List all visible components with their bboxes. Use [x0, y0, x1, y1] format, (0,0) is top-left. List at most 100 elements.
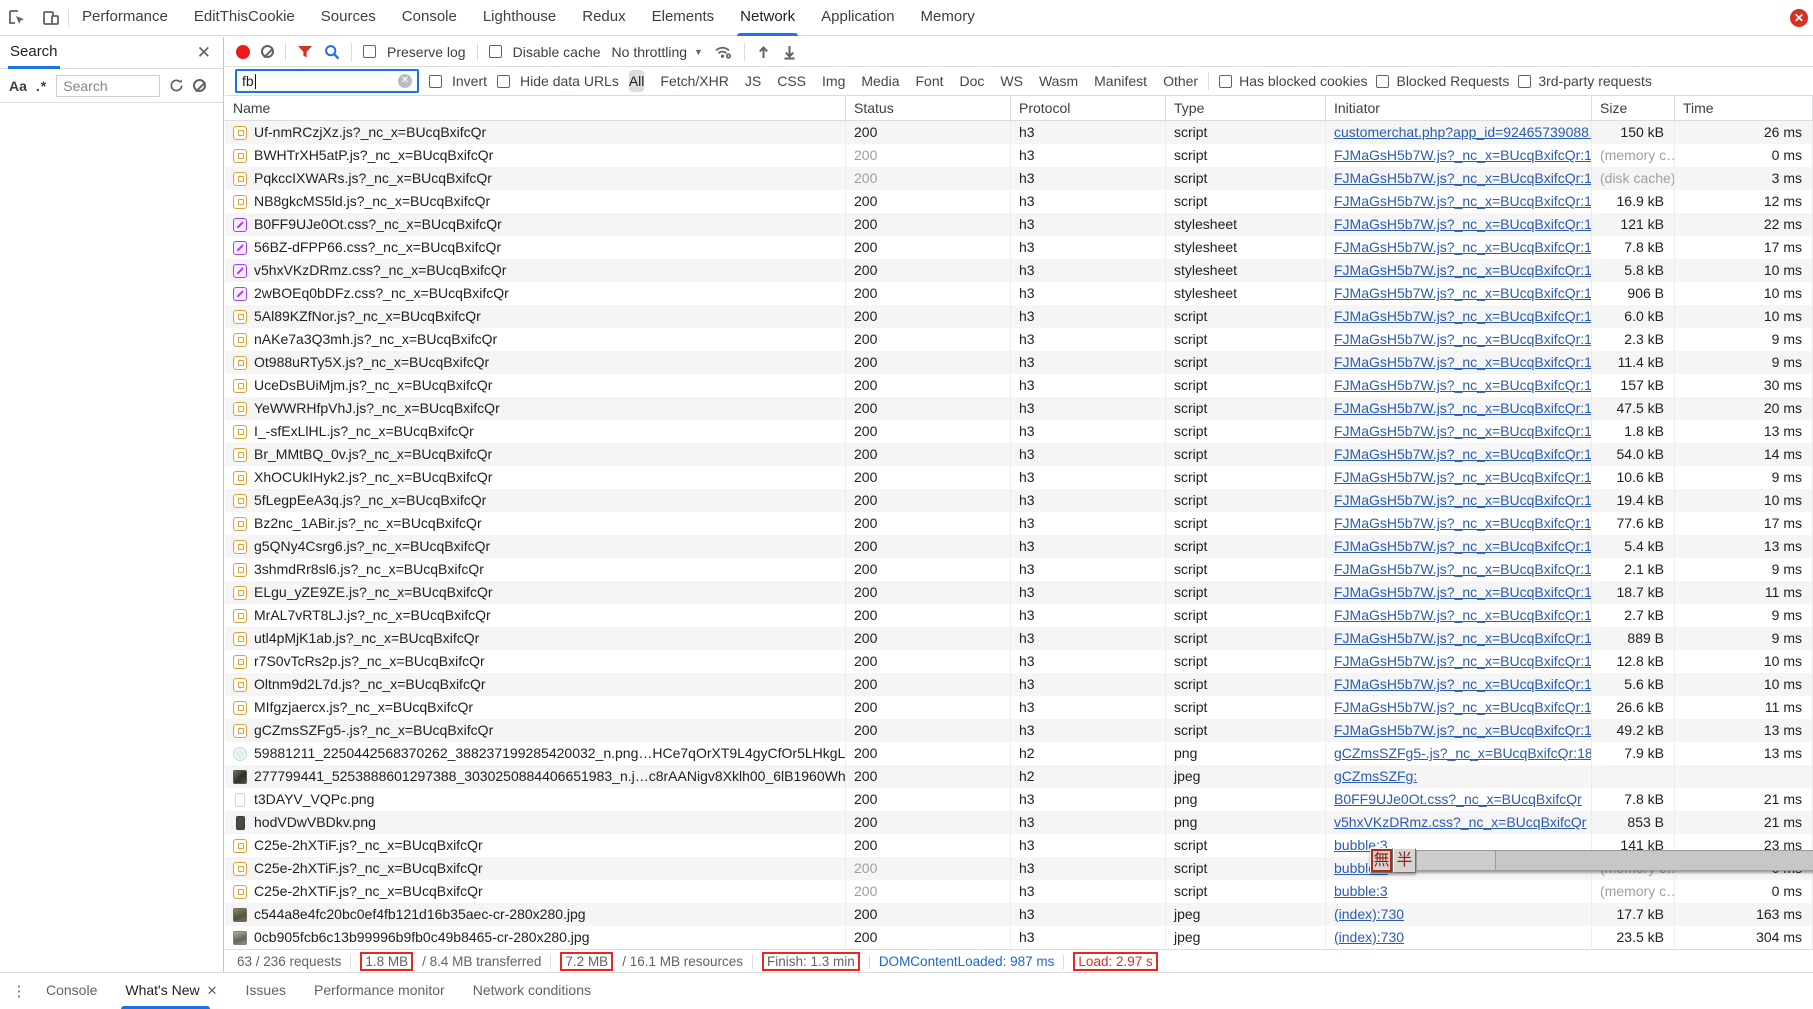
clear-search-icon[interactable]: [193, 79, 206, 92]
table-row[interactable]: 0cb905fcb6c13b99996b9fb0c49b8465-cr-280x…: [225, 926, 1813, 949]
initiator-link[interactable]: (index):730: [1334, 929, 1404, 945]
table-row[interactable]: hodVDwVBDkv.png200h3pngv5hxVKzDRmz.css?_…: [225, 811, 1813, 834]
initiator-link[interactable]: FJMaGsH5b7W.js?_nc_x=BUcqBxifcQr:168: [1334, 147, 1592, 163]
refresh-search-icon[interactable]: [169, 78, 184, 93]
initiator-link[interactable]: FJMaGsH5b7W.js?_nc_x=BUcqBxifcQr:168: [1334, 423, 1592, 439]
type-filter-fetch-xhr[interactable]: Fetch/XHR: [660, 70, 728, 92]
clear-filter-icon[interactable]: ✕: [398, 74, 412, 88]
table-row[interactable]: MrAL7vRT8LJ.js?_nc_x=BUcqBxifcQr200h3scr…: [225, 604, 1813, 627]
initiator-link[interactable]: FJMaGsH5b7W.js?_nc_x=BUcqBxifcQr:168: [1334, 538, 1592, 554]
network-conditions-icon[interactable]: [714, 44, 733, 60]
initiator-link[interactable]: FJMaGsH5b7W.js?_nc_x=BUcqBxifcQr:168: [1334, 354, 1592, 370]
initiator-link[interactable]: FJMaGsH5b7W.js?_nc_x=BUcqBxifcQr:168: [1334, 469, 1592, 485]
table-row[interactable]: 5Al89KZfNor.js?_nc_x=BUcqBxifcQr200h3scr…: [225, 305, 1813, 328]
table-row[interactable]: Br_MMtBQ_0v.js?_nc_x=BUcqBxifcQr200h3scr…: [225, 443, 1813, 466]
close-drawer-tab-icon[interactable]: ✕: [207, 983, 218, 998]
initiator-link[interactable]: FJMaGsH5b7W.js?_nc_x=BUcqBxifcQr:168: [1334, 607, 1592, 623]
tab-application[interactable]: Application: [808, 0, 907, 36]
type-filter-manifest[interactable]: Manifest: [1094, 70, 1147, 92]
checkbox[interactable]: [1376, 75, 1389, 88]
table-row[interactable]: gCZmsSZFg5-.js?_nc_x=BUcqBxifcQr200h3scr…: [225, 719, 1813, 742]
table-row[interactable]: I_-sfExLlHL.js?_nc_x=BUcqBxifcQr200h3scr…: [225, 420, 1813, 443]
initiator-link[interactable]: FJMaGsH5b7W.js?_nc_x=BUcqBxifcQr:168: [1334, 216, 1592, 232]
initiator-link[interactable]: customerchat.php?app_id=92465739088…: [1334, 124, 1592, 140]
checkbox[interactable]: [1219, 75, 1232, 88]
type-filter-font[interactable]: Font: [916, 70, 944, 92]
tab-lighthouse[interactable]: Lighthouse: [470, 0, 569, 36]
table-row[interactable]: YeWWRHfpVhJ.js?_nc_x=BUcqBxifcQr200h3scr…: [225, 397, 1813, 420]
tab-memory[interactable]: Memory: [908, 0, 988, 36]
error-badge-icon[interactable]: ✕: [1790, 9, 1808, 27]
drawer-tab-performance-monitor[interactable]: Performance monitor: [300, 973, 459, 1009]
drawer-tab-issues[interactable]: Issues: [232, 973, 300, 1009]
device-toolbar-icon[interactable]: [34, 0, 68, 36]
table-row[interactable]: 277799441_5253888601297388_3030250884406…: [225, 765, 1813, 788]
table-row[interactable]: PqkccIXWARs.js?_nc_x=BUcqBxifcQr200h3scr…: [225, 167, 1813, 190]
match-case-toggle[interactable]: Aa: [9, 78, 27, 94]
tab-editthiscookie[interactable]: EditThisCookie: [181, 0, 308, 36]
table-row[interactable]: g5QNy4Csrg6.js?_nc_x=BUcqBxifcQr200h3scr…: [225, 535, 1813, 558]
table-row[interactable]: NB8gkcMS5ld.js?_nc_x=BUcqBxifcQr200h3scr…: [225, 190, 1813, 213]
table-row[interactable]: MIfgzjaercx.js?_nc_x=BUcqBxifcQr200h3scr…: [225, 696, 1813, 719]
ime-width-button[interactable]: 半: [1393, 848, 1416, 873]
column-header-name[interactable]: Name: [225, 96, 846, 120]
type-filter-wasm[interactable]: Wasm: [1039, 70, 1078, 92]
more-tools-kebab-icon[interactable]: ⋮: [6, 982, 32, 1000]
tab-sources[interactable]: Sources: [308, 0, 389, 36]
table-row[interactable]: BWHTrXH5atP.js?_nc_x=BUcqBxifcQr200h3scr…: [225, 144, 1813, 167]
table-row[interactable]: 5fLegpEeA3q.js?_nc_x=BUcqBxifcQr200h3scr…: [225, 489, 1813, 512]
table-row[interactable]: Uf-nmRCzjXz.js?_nc_x=BUcqBxifcQr200h3scr…: [225, 121, 1813, 144]
initiator-link[interactable]: FJMaGsH5b7W.js?_nc_x=BUcqBxifcQr:168: [1334, 285, 1592, 301]
disable-cache-checkbox[interactable]: [489, 45, 502, 58]
invert-checkbox[interactable]: [429, 75, 442, 88]
checkbox[interactable]: [1518, 75, 1531, 88]
type-filter-all[interactable]: All: [629, 70, 645, 92]
column-header-type[interactable]: Type: [1166, 96, 1326, 120]
table-row[interactable]: C25e-2hXTiF.js?_nc_x=BUcqBxifcQr200h3scr…: [225, 880, 1813, 903]
table-row[interactable]: c544a8e4fc20bc0ef4fb121d16b35aec-cr-280x…: [225, 903, 1813, 926]
preserve-log-checkbox[interactable]: [363, 45, 376, 58]
clear-network-log-icon[interactable]: [261, 45, 274, 58]
initiator-link[interactable]: FJMaGsH5b7W.js?_nc_x=BUcqBxifcQr:168: [1334, 193, 1592, 209]
type-filter-img[interactable]: Img: [822, 70, 845, 92]
export-har-icon[interactable]: [782, 44, 797, 60]
filter-funnel-icon[interactable]: [297, 44, 313, 59]
initiator-link[interactable]: FJMaGsH5b7W.js?_nc_x=BUcqBxifcQr:168: [1334, 308, 1592, 324]
table-row[interactable]: 56BZ-dFPP66.css?_nc_x=BUcqBxifcQr200h3st…: [225, 236, 1813, 259]
initiator-link[interactable]: FJMaGsH5b7W.js?_nc_x=BUcqBxifcQr:168: [1334, 262, 1592, 278]
tab-redux[interactable]: Redux: [569, 0, 638, 36]
record-network-log-icon[interactable]: [236, 45, 250, 59]
initiator-link[interactable]: FJMaGsH5b7W.js?_nc_x=BUcqBxifcQr:168: [1334, 722, 1592, 738]
tab-elements[interactable]: Elements: [639, 0, 728, 36]
table-row[interactable]: nAKe7a3Q3mh.js?_nc_x=BUcqBxifcQr200h3scr…: [225, 328, 1813, 351]
type-filter-css[interactable]: CSS: [777, 70, 806, 92]
table-row[interactable]: XhOCUkIHyk2.js?_nc_x=BUcqBxifcQr200h3scr…: [225, 466, 1813, 489]
search-input[interactable]: [56, 75, 160, 97]
initiator-link[interactable]: FJMaGsH5b7W.js?_nc_x=BUcqBxifcQr:168: [1334, 653, 1592, 669]
initiator-link[interactable]: FJMaGsH5b7W.js?_nc_x=BUcqBxifcQr:168: [1334, 515, 1592, 531]
initiator-link[interactable]: FJMaGsH5b7W.js?_nc_x=BUcqBxifcQr:168: [1334, 630, 1592, 646]
inspect-element-icon[interactable]: [0, 0, 34, 36]
table-row[interactable]: 3shmdRr8sl6.js?_nc_x=BUcqBxifcQr200h3scr…: [225, 558, 1813, 581]
column-header-protocol[interactable]: Protocol: [1011, 96, 1166, 120]
table-row[interactable]: UceDsBUiMjm.js?_nc_x=BUcqBxifcQr200h3scr…: [225, 374, 1813, 397]
type-filter-js[interactable]: JS: [745, 70, 761, 92]
column-header-initiator[interactable]: Initiator: [1326, 96, 1592, 120]
drawer-tab-console[interactable]: Console: [32, 973, 111, 1009]
tab-console[interactable]: Console: [389, 0, 470, 36]
initiator-link[interactable]: FJMaGsH5b7W.js?_nc_x=BUcqBxifcQr:168: [1334, 492, 1592, 508]
initiator-link[interactable]: FJMaGsH5b7W.js?_nc_x=BUcqBxifcQr:168: [1334, 561, 1592, 577]
initiator-link[interactable]: FJMaGsH5b7W.js?_nc_x=BUcqBxifcQr:168: [1334, 377, 1592, 393]
initiator-link[interactable]: FJMaGsH5b7W.js?_nc_x=BUcqBxifcQr:168: [1334, 446, 1592, 462]
initiator-link[interactable]: (index):730: [1334, 906, 1404, 922]
table-row[interactable]: t3DAYV_VQPc.png200h3pngB0FF9UJe0Ot.css?_…: [225, 788, 1813, 811]
table-row[interactable]: Bz2nc_1ABir.js?_nc_x=BUcqBxifcQr200h3scr…: [225, 512, 1813, 535]
close-search-panel-icon[interactable]: ✕: [197, 44, 211, 61]
table-row[interactable]: Oltnm9d2L7d.js?_nc_x=BUcqBxifcQr200h3scr…: [225, 673, 1813, 696]
column-header-size[interactable]: Size: [1592, 96, 1675, 120]
drawer-tab-network-conditions[interactable]: Network conditions: [459, 973, 605, 1009]
column-header-time[interactable]: Time: [1675, 96, 1813, 120]
table-row[interactable]: ELgu_yZE9ZE.js?_nc_x=BUcqBxifcQr200h3scr…: [225, 581, 1813, 604]
table-row[interactable]: utl4pMjK1ab.js?_nc_x=BUcqBxifcQr200h3scr…: [225, 627, 1813, 650]
initiator-link[interactable]: v5hxVKzDRmz.css?_nc_x=BUcqBxifcQr: [1334, 814, 1586, 830]
